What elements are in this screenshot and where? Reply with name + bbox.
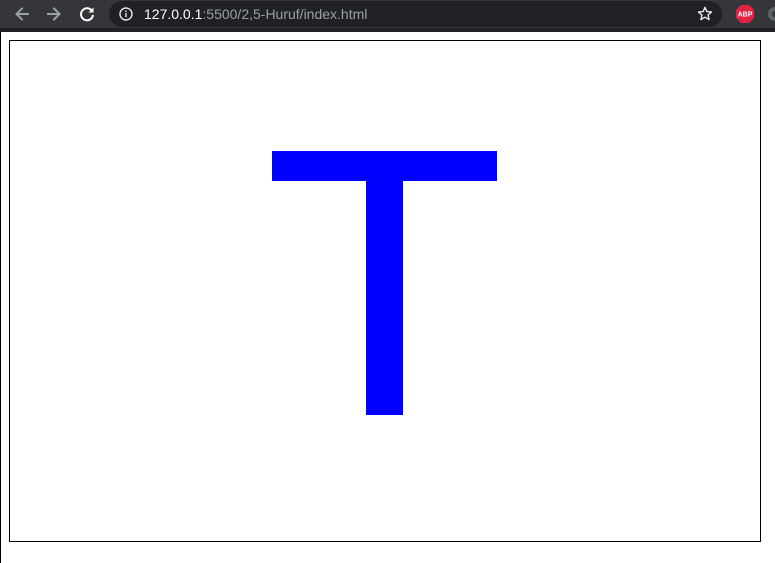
- arrow-right-icon: [47, 7, 61, 21]
- letter-t-crossbar: [272, 151, 497, 181]
- back-button[interactable]: [11, 3, 33, 25]
- star-icon: [697, 6, 713, 21]
- url-host: 127.0.0.1: [144, 6, 203, 22]
- extension-icon: [768, 7, 775, 21]
- info-icon[interactable]: [119, 7, 133, 21]
- extension-button[interactable]: [765, 4, 775, 24]
- reload-icon: [80, 7, 94, 22]
- letter-t-stem: [366, 181, 403, 415]
- forward-button[interactable]: [43, 3, 65, 25]
- bookmark-button[interactable]: [694, 3, 716, 25]
- abp-label: ABP: [738, 12, 753, 19]
- url-text[interactable]: 127.0.0.1:5500/2,5-Huruf/index.html: [144, 1, 367, 27]
- abp-icon: ABP: [736, 5, 754, 23]
- url-path: :5500/2,5-Huruf/index.html: [202, 6, 368, 22]
- address-bar[interactable]: 127.0.0.1:5500/2,5-Huruf/index.html: [109, 1, 722, 27]
- browser-toolbar: 127.0.0.1:5500/2,5-Huruf/index.html ABP: [0, 0, 775, 28]
- adblock-extension-button[interactable]: ABP: [735, 4, 755, 24]
- arrow-left-icon: [15, 7, 29, 21]
- reload-button[interactable]: [76, 3, 98, 25]
